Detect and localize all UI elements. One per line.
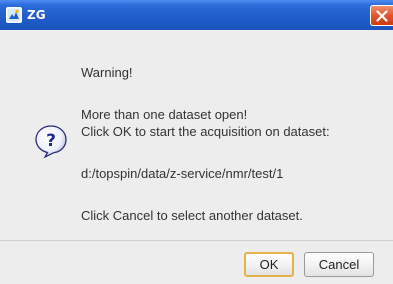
close-icon xyxy=(376,10,388,22)
warning-heading: Warning! xyxy=(81,65,133,80)
ok-button[interactable]: OK xyxy=(244,252,294,277)
zg-dialog-window: ZG ? Warning! More than one dataset open… xyxy=(0,0,393,284)
cancel-button[interactable]: Cancel xyxy=(304,252,374,277)
application-icon xyxy=(6,7,22,23)
dialog-body: ? Warning! More than one dataset open! C… xyxy=(0,30,393,240)
help-question-icon: ? xyxy=(35,125,67,159)
message-ok-instruction: Click OK to start the acquisition on dat… xyxy=(81,124,330,139)
dataset-path: d:/topspin/data/z-service/nmr/test/1 xyxy=(81,166,284,181)
dialog-title: ZG xyxy=(27,8,46,22)
close-button[interactable] xyxy=(370,5,393,26)
message-multiple-datasets: More than one dataset open! xyxy=(81,107,248,122)
dialog-button-bar: OK Cancel xyxy=(0,241,393,284)
title-bar[interactable]: ZG xyxy=(0,0,393,30)
svg-text:?: ? xyxy=(46,131,56,151)
message-cancel-instruction: Click Cancel to select another dataset. xyxy=(81,208,303,223)
